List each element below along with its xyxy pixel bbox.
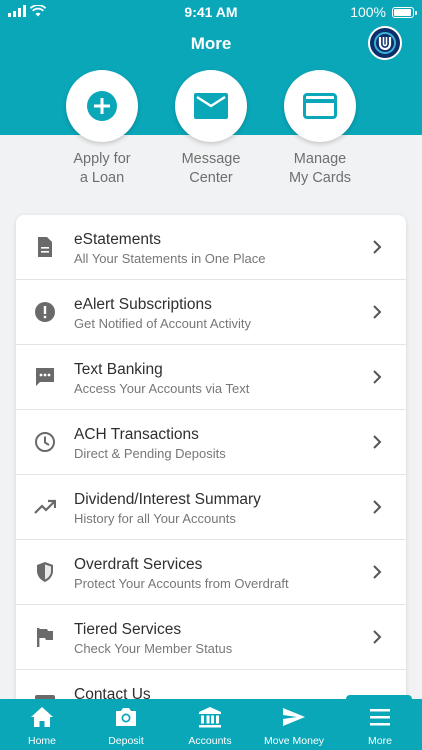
tab-more[interactable]: More	[338, 699, 422, 750]
menu-item-estatements[interactable]: eStatements All Your Statements in One P…	[16, 215, 406, 280]
menu-item-overdraft-services[interactable]: Overdraft Services Protect Your Accounts…	[16, 540, 406, 605]
tab-move-money[interactable]: Move Money	[252, 699, 336, 750]
menu-item-text-banking[interactable]: Text Banking Access Your Accounts via Te…	[16, 345, 406, 410]
tab-label: More	[368, 735, 392, 747]
page-title: More	[190, 34, 232, 53]
menu-item-subtitle: All Your Statements in One Place	[74, 251, 266, 266]
tab-label: Home	[27, 735, 56, 747]
battery-icon	[392, 6, 417, 18]
plus-icon	[87, 91, 117, 121]
tab-label: Move Money	[263, 735, 325, 747]
credit-union-logo[interactable]	[368, 26, 402, 60]
menu-item-subtitle: Direct & Pending Deposits	[74, 446, 226, 461]
bank-icon	[199, 707, 221, 728]
apply-loan-label: Apply for a Loan	[73, 151, 131, 186]
manage-cards-circle	[284, 70, 356, 142]
battery-status: 100%	[350, 4, 417, 20]
tab-home[interactable]: Home	[0, 699, 84, 750]
message-center-label: Message Center	[181, 151, 241, 186]
chevron-right-icon	[373, 240, 382, 254]
chevron-right-icon	[373, 500, 382, 514]
more-menu-list: eStatements All Your Statements in One P…	[16, 215, 406, 735]
manage-cards-label: Manage My Cards	[288, 151, 352, 186]
tab-label: Accounts	[188, 735, 232, 747]
tab-label: Deposit	[108, 735, 144, 747]
bottom-tab-bar: Home Deposit Accounts Move Money More	[0, 699, 422, 750]
send-icon	[283, 708, 305, 726]
menu-item-title: Text Banking	[74, 361, 163, 378]
menu-item-title: Overdraft Services	[74, 556, 203, 573]
chevron-right-icon	[373, 435, 382, 449]
home-icon	[31, 707, 53, 727]
chevron-right-icon	[373, 565, 382, 579]
alert-icon	[35, 302, 55, 322]
chevron-right-icon	[373, 370, 382, 384]
trending-up-icon	[34, 499, 56, 514]
menu-item-dividend-interest-summary[interactable]: Dividend/Interest Summary History for al…	[16, 475, 406, 540]
clock-icon	[35, 432, 55, 452]
menu-icon	[370, 709, 390, 726]
card-icon	[303, 93, 337, 119]
document-icon	[38, 237, 52, 257]
chevron-right-icon	[373, 630, 382, 644]
menu-item-ealert-subscriptions[interactable]: eAlert Subscriptions Get Notified of Acc…	[16, 280, 406, 345]
manage-cards-button[interactable]: Manage My Cards	[265, 70, 375, 188]
menu-item-subtitle: Check Your Member Status	[74, 641, 233, 656]
message-center-circle	[175, 70, 247, 142]
flag-icon	[37, 628, 53, 647]
message-center-button[interactable]: Message Center	[156, 70, 266, 188]
status-bar: 9:41 AM 100%	[0, 0, 422, 24]
menu-item-subtitle: Get Notified of Account Activity	[74, 316, 252, 331]
menu-item-tiered-services[interactable]: Tiered Services Check Your Member Status	[16, 605, 406, 670]
battery-percent: 100%	[350, 4, 386, 20]
tab-deposit[interactable]: Deposit	[84, 699, 168, 750]
logo-mark-icon	[374, 32, 396, 54]
tab-accounts[interactable]: Accounts	[168, 699, 252, 750]
chat-icon	[36, 368, 54, 386]
menu-item-title: eStatements	[74, 231, 162, 248]
shield-icon	[37, 562, 53, 582]
menu-item-title: ACH Transactions	[74, 426, 199, 443]
menu-item-subtitle: Access Your Accounts via Text	[74, 381, 250, 396]
mail-icon	[194, 93, 228, 119]
chevron-right-icon	[373, 305, 382, 319]
menu-item-title: Tiered Services	[74, 621, 182, 638]
menu-item-title: eAlert Subscriptions	[74, 296, 212, 313]
menu-item-title: Dividend/Interest Summary	[74, 491, 261, 508]
menu-item-subtitle: Protect Your Accounts from Overdraft	[74, 576, 289, 591]
camera-icon	[116, 708, 136, 726]
menu-item-subtitle: History for all Your Accounts	[74, 511, 236, 526]
apply-loan-button[interactable]: Apply for a Loan	[47, 70, 157, 188]
menu-item-ach-transactions[interactable]: ACH Transactions Direct & Pending Deposi…	[16, 410, 406, 475]
apply-loan-circle	[66, 70, 138, 142]
